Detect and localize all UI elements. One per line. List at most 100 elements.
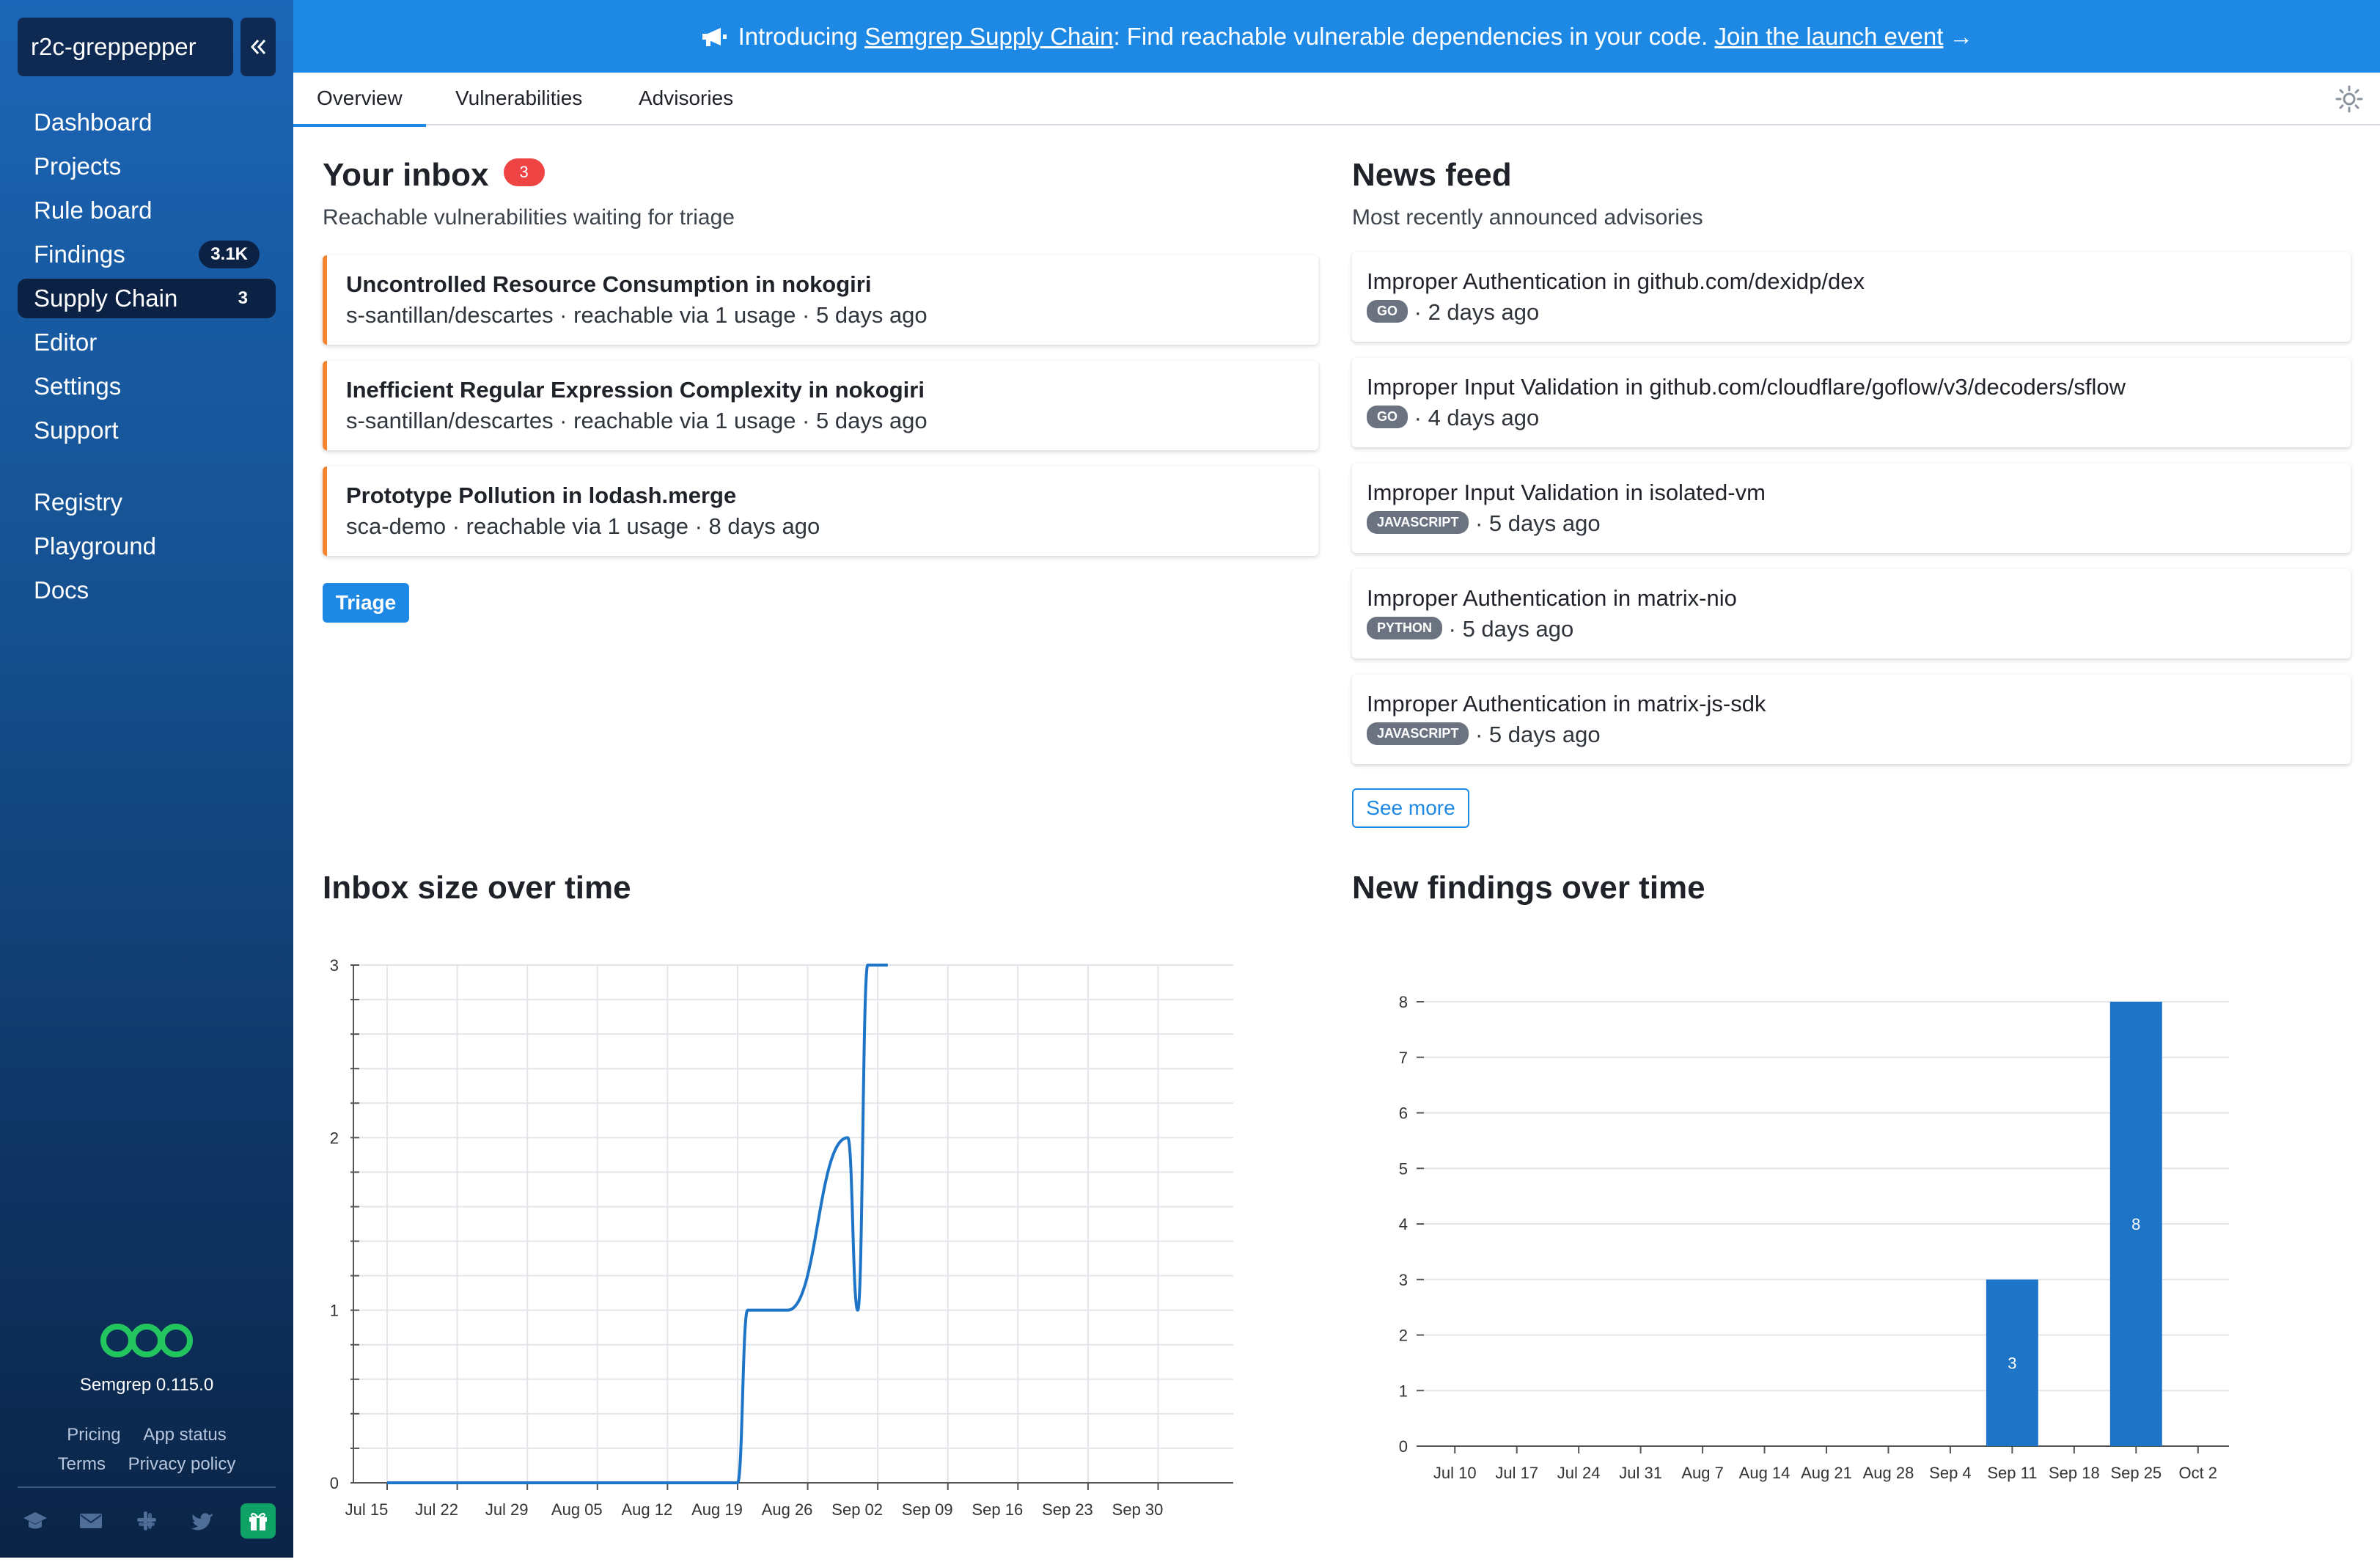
sidebar-item-rule-board[interactable]: Rule board xyxy=(18,191,276,230)
inbox-item-meta: s-santillan/descartes · reachable via 1 … xyxy=(346,302,928,328)
inbox-size-chart: 0 1 2 3 Jul 15 Jul 22 Jul 29 Aug 05 Aug 12 Aug 19… xyxy=(330,956,1233,1519)
inbox-item[interactable]: Prototype Pollution in lodash.merge sca-d… xyxy=(323,466,1318,556)
slack-icon[interactable] xyxy=(129,1503,164,1539)
see-more-button[interactable]: See more xyxy=(1352,788,1469,828)
y-tick-label: 5 xyxy=(1399,1159,1408,1178)
y-tick-label: 1 xyxy=(330,1302,339,1320)
twitter-icon[interactable] xyxy=(185,1503,220,1539)
semgrep-supply-chain-link[interactable]: Semgrep Supply Chain xyxy=(864,23,1113,51)
gift-icon[interactable] xyxy=(240,1503,276,1539)
double-chevron-left-icon xyxy=(250,40,266,54)
language-badge: GO xyxy=(1367,300,1408,323)
news-item-age: · 5 days ago xyxy=(1474,722,1601,747)
inbox-size-line xyxy=(387,964,888,1484)
inbox-item-title: Uncontrolled Resource Consumption in nok… xyxy=(346,271,872,297)
sidebar-item-label: Projects xyxy=(34,153,122,180)
news-item[interactable]: Improper Authentication in matrix-nio PYT… xyxy=(1352,569,2351,659)
sidebar-item-label: Docs xyxy=(34,576,89,604)
megaphone-icon xyxy=(702,27,727,46)
inbox-item-title: Prototype Pollution in lodash.merge xyxy=(346,483,737,508)
sidebar-item-label: Rule board xyxy=(34,197,153,224)
sidebar-item-label: Settings xyxy=(34,373,122,400)
tab-advisories[interactable]: Advisories xyxy=(639,73,733,124)
footer-icons xyxy=(18,1502,276,1540)
inbox-item[interactable]: Inefficient Regular Expression Complexit… xyxy=(323,361,1318,450)
y-tick-label: 2 xyxy=(330,1129,339,1147)
sidebar-item-dashboard[interactable]: Dashboard xyxy=(18,103,276,142)
arrow-right-icon: → xyxy=(1949,22,1974,50)
sidebar-item-editor[interactable]: Editor xyxy=(18,323,276,362)
x-tick-label: Jul 24 xyxy=(1557,1464,1601,1482)
language-badge: JAVASCRIPT xyxy=(1367,722,1469,746)
tab-vulnerabilities[interactable]: Vulnerabilities xyxy=(455,73,582,124)
envelope-icon[interactable] xyxy=(73,1503,109,1539)
graduation-cap-icon[interactable] xyxy=(18,1503,53,1539)
news-item[interactable]: Improper Input Validation in isolated-vm… xyxy=(1352,463,2351,553)
banner-middle: : Find reachable vulnerable dependencies… xyxy=(1113,22,1715,50)
footer-divider xyxy=(18,1486,276,1488)
inbox-chart-title: Inbox size over time xyxy=(323,870,631,906)
sidebar-footer: Semgrep 0.115.0 Pricing App status Terms… xyxy=(0,1320,293,1475)
x-tick-label: Aug 05 xyxy=(551,1500,603,1519)
primary-nav: Dashboard Projects Rule board Findings 3.1K S… xyxy=(18,103,276,455)
y-tick-label: 8 xyxy=(1399,993,1408,1011)
app-status-link[interactable]: App status xyxy=(143,1425,226,1445)
bar-value-label: 8 xyxy=(2131,1215,2140,1233)
y-tick-label: 2 xyxy=(1399,1327,1408,1345)
pricing-link[interactable]: Pricing xyxy=(67,1425,120,1445)
news-item[interactable]: Improper Authentication in github.com/de… xyxy=(1352,252,2351,342)
sidebar-item-registry[interactable]: Registry xyxy=(18,483,276,522)
sidebar-item-label: Registry xyxy=(34,488,123,516)
x-tick-label: Sep 02 xyxy=(831,1500,883,1519)
x-tick-label: Oct 2 xyxy=(2178,1464,2217,1482)
x-tick-label: Aug 26 xyxy=(762,1500,813,1519)
sun-icon[interactable] xyxy=(2335,84,2364,114)
inbox-item-meta: sca-demo · reachable via 1 usage · 8 day… xyxy=(346,513,820,539)
bar-value-label: 3 xyxy=(2008,1354,2016,1372)
tab-overview[interactable]: Overview xyxy=(293,73,426,127)
x-tick-label: Sep 25 xyxy=(2110,1464,2162,1482)
sidebar-item-findings[interactable]: Findings 3.1K xyxy=(18,235,276,274)
sidebar-item-label: Dashboard xyxy=(34,109,153,136)
news-feed-title: News feed xyxy=(1352,157,1512,193)
y-tick-label: 3 xyxy=(1399,1271,1408,1289)
inbox-item[interactable]: Uncontrolled Resource Consumption in nok… xyxy=(323,255,1318,345)
terms-link[interactable]: Terms xyxy=(58,1454,106,1474)
triage-button[interactable]: Triage xyxy=(323,583,409,623)
sidebar-item-projects[interactable]: Projects xyxy=(18,147,276,186)
sidebar-item-docs[interactable]: Docs xyxy=(18,571,276,610)
x-tick-label: Sep 30 xyxy=(1112,1500,1164,1519)
sidebar-item-playground[interactable]: Playground xyxy=(18,527,276,566)
x-tick-label: Aug 28 xyxy=(1863,1464,1914,1482)
sidebar: r2c-greppepper Dashboard Projects Rule boa… xyxy=(0,0,293,1558)
x-tick-label: Aug 7 xyxy=(1681,1464,1724,1482)
semgrep-logo xyxy=(100,1324,193,1357)
new-findings-chart: 0 1 2 3 4 5 6 7 8 Jul 10 Jul 17 Jul 24 Jul 31 Aug 7 Au… xyxy=(1399,993,2229,1482)
inbox-subtitle: Reachable vulnerabilities waiting for tr… xyxy=(323,205,735,230)
inbox-item-meta: s-santillan/descartes · reachable via 1 … xyxy=(346,408,928,433)
collapse-sidebar-button[interactable] xyxy=(240,18,276,76)
join-launch-event-link[interactable]: Join the launch event xyxy=(1714,23,1943,51)
count-badge: 3 xyxy=(238,288,248,308)
org-switcher[interactable]: r2c-greppepper xyxy=(18,18,233,76)
sidebar-item-support[interactable]: Support xyxy=(18,411,276,450)
news-item[interactable]: Improper Input Validation in github.com/… xyxy=(1352,358,2351,447)
x-tick-label: Jul 29 xyxy=(485,1500,529,1519)
count-badge: 3.1K xyxy=(199,241,260,268)
inbox-title-text: Your inbox xyxy=(323,157,489,193)
language-badge: PYTHON xyxy=(1367,617,1443,640)
privacy-policy-link[interactable]: Privacy policy xyxy=(128,1454,236,1474)
inbox-item-title: Inefficient Regular Expression Complexit… xyxy=(346,377,925,403)
x-tick-label: Sep 11 xyxy=(1987,1464,2037,1482)
sidebar-item-settings[interactable]: Settings xyxy=(18,367,276,406)
org-name: r2c-greppepper xyxy=(31,33,197,60)
x-tick-label: Sep 23 xyxy=(1042,1500,1093,1519)
x-tick-label: Aug 19 xyxy=(691,1500,743,1519)
inbox-title: Your inbox 3 xyxy=(323,157,545,194)
x-tick-label: Sep 18 xyxy=(2049,1464,2100,1482)
news-item-age: · 5 days ago xyxy=(1474,510,1601,536)
sidebar-item-supply-chain[interactable]: Supply Chain 3 xyxy=(18,279,276,318)
news-item-title: Improper Authentication in matrix-js-sdk xyxy=(1367,691,1766,716)
inbox-count-badge: 3 xyxy=(503,158,545,187)
news-item[interactable]: Improper Authentication in matrix-js-sdk… xyxy=(1352,675,2351,764)
